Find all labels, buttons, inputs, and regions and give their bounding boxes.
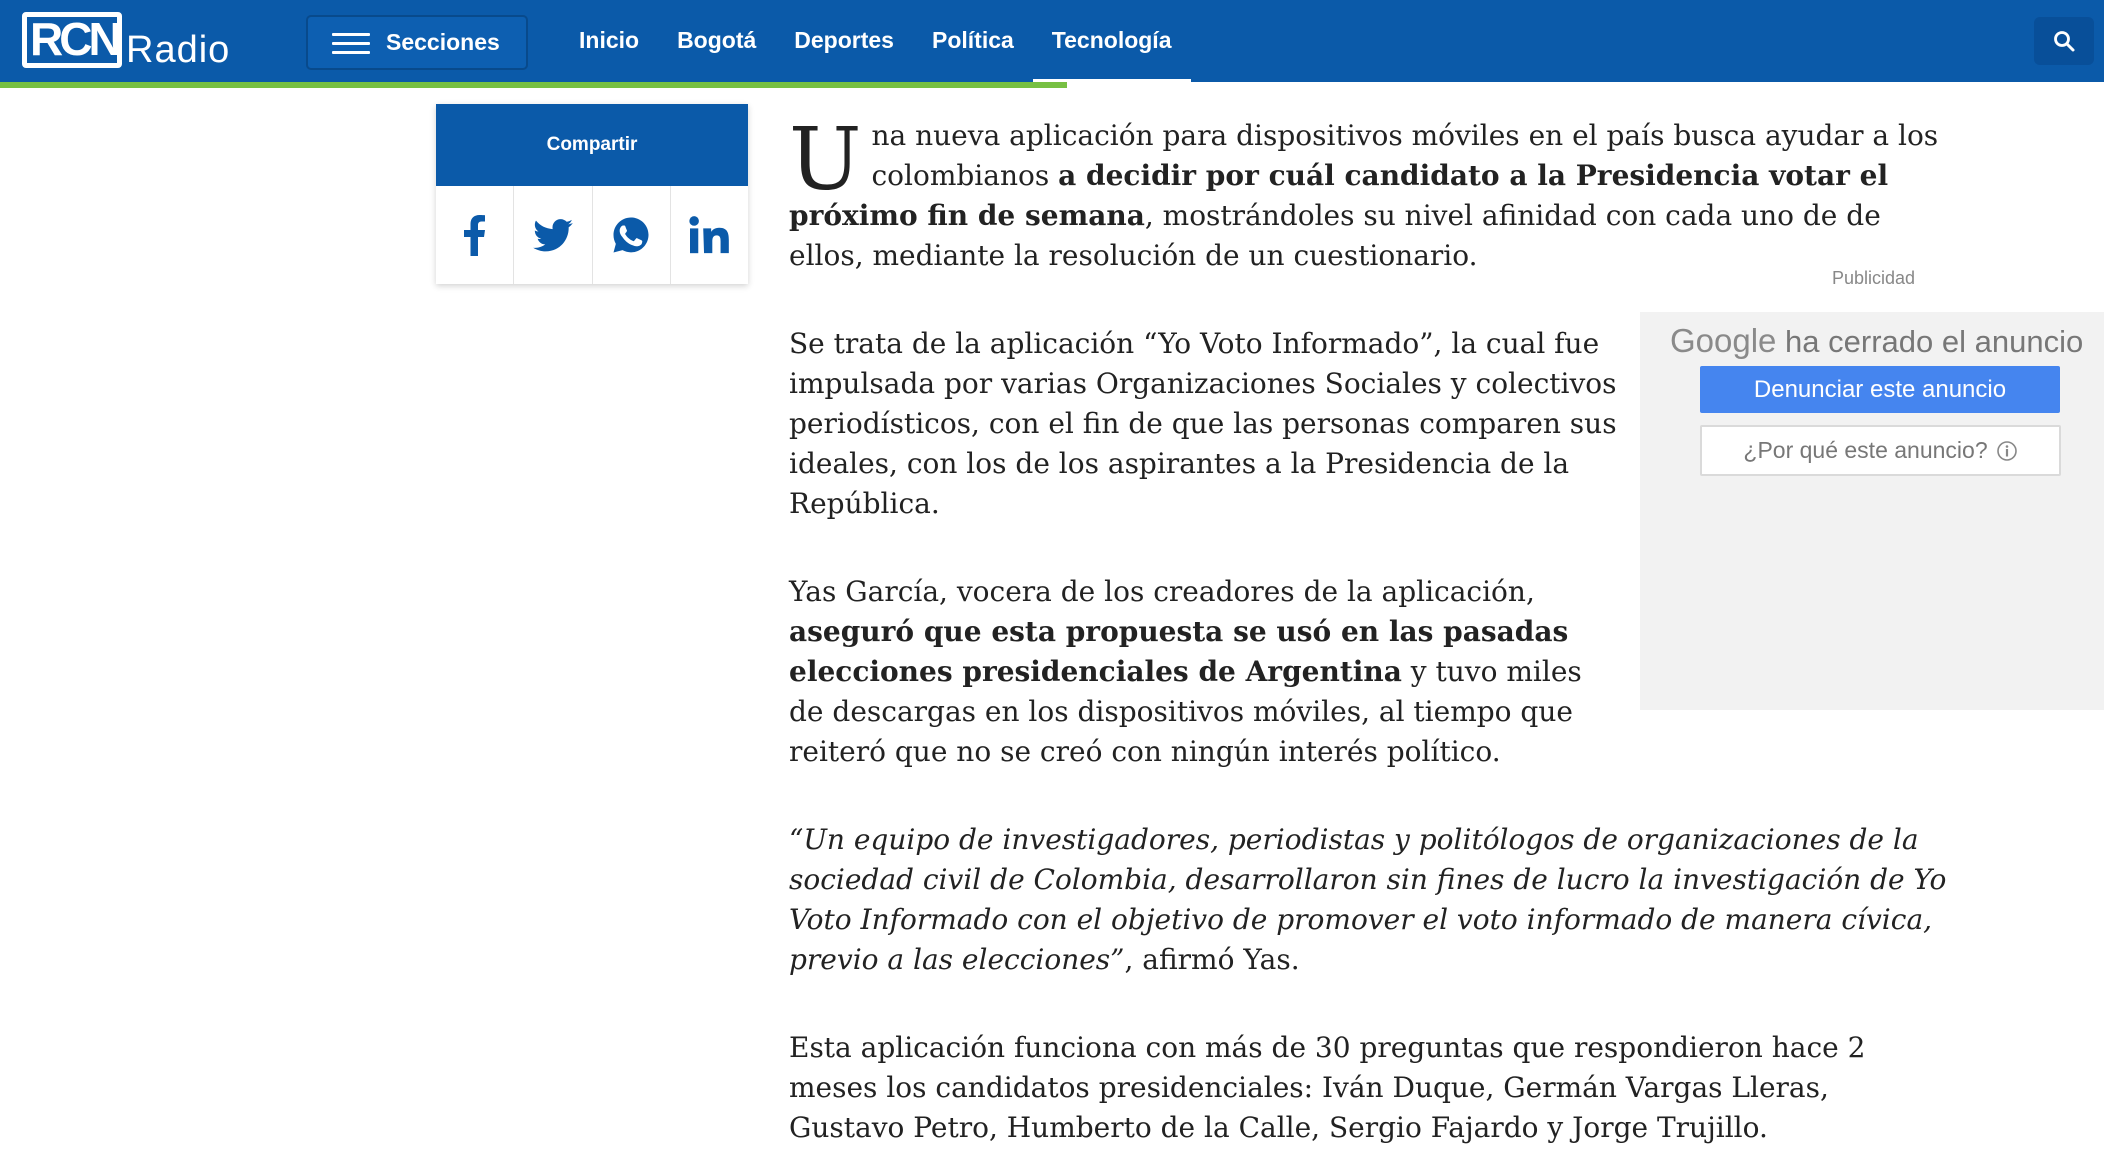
site-logo[interactable]: RCN Radio	[22, 12, 272, 70]
secciones-menu-button[interactable]: Secciones	[306, 15, 528, 70]
why-this-ad-label: ¿Por qué este anuncio?	[1743, 437, 1988, 463]
article-paragraph-4: “Un equipo de investigadores, periodista…	[789, 820, 1949, 980]
article-paragraph-3: Yas García, vocera de los creadores de l…	[789, 572, 1589, 772]
nav-item-deportes[interactable]: Deportes	[775, 0, 913, 82]
ad-label: Publicidad	[1832, 268, 1916, 288]
drop-cap: U	[789, 110, 862, 210]
nav-item-tecnologia[interactable]: Tecnología	[1032, 0, 1191, 82]
share-title: Compartir	[436, 104, 748, 186]
nav-item-bogota[interactable]: Bogotá	[658, 0, 775, 82]
logo-mark: RCN	[22, 12, 122, 70]
main-nav: Inicio Bogotá Deportes Política Tecnolog…	[560, 0, 1191, 82]
hamburger-icon	[332, 31, 372, 55]
nav-item-politica[interactable]: Política	[913, 0, 1033, 82]
whatsapp-icon	[613, 217, 649, 253]
article-paragraph-5: Esta aplicación funciona con más de 30 p…	[789, 1031, 1866, 1144]
share-box: Compartir	[436, 104, 748, 284]
article-paragraph-2: Se trata de la aplicación “Yo Voto Infor…	[789, 327, 1617, 520]
p4-quote: “Un equipo de investigadores, periodista…	[789, 823, 1947, 976]
why-this-ad-button[interactable]: ¿Por qué este anuncio?	[1700, 425, 2061, 476]
google-logo-text: Google	[1670, 322, 1777, 359]
twitter-icon	[533, 218, 573, 251]
secciones-label: Secciones	[386, 29, 500, 55]
ad-closed-message: Google ha cerrado el anuncio	[1670, 322, 2083, 360]
share-whatsapp-button[interactable]	[593, 186, 671, 284]
search-icon	[2054, 31, 2075, 52]
nav-item-inicio[interactable]: Inicio	[560, 0, 658, 82]
share-twitter-button[interactable]	[514, 186, 593, 284]
site-header: RCN Radio Secciones Inicio Bogotá Deport…	[0, 0, 2104, 82]
linkedin-icon	[689, 216, 730, 254]
share-linkedin-button[interactable]	[671, 186, 748, 284]
logo-word: Radio	[126, 29, 231, 71]
info-icon	[1996, 440, 2017, 461]
ad-closed-text: ha cerrado el anuncio	[1785, 324, 2084, 359]
ad-slot: Google ha cerrado el anuncio Denunciar e…	[1640, 312, 2104, 710]
share-icons	[436, 186, 748, 284]
share-facebook-button[interactable]	[436, 186, 515, 284]
search-button[interactable]	[2034, 17, 2094, 65]
logo-text: RCN	[30, 13, 122, 65]
report-ad-button[interactable]: Denunciar este anuncio	[1700, 366, 2060, 413]
reading-progress-bar	[0, 82, 1067, 88]
p4-text: , afirmó Yas.	[1124, 943, 1300, 976]
article-paragraph-1: Una nueva aplicación para dispositivos m…	[789, 116, 1949, 276]
p3-text-1: Yas García, vocera de los creadores de l…	[789, 575, 1535, 608]
facebook-icon	[463, 215, 485, 256]
